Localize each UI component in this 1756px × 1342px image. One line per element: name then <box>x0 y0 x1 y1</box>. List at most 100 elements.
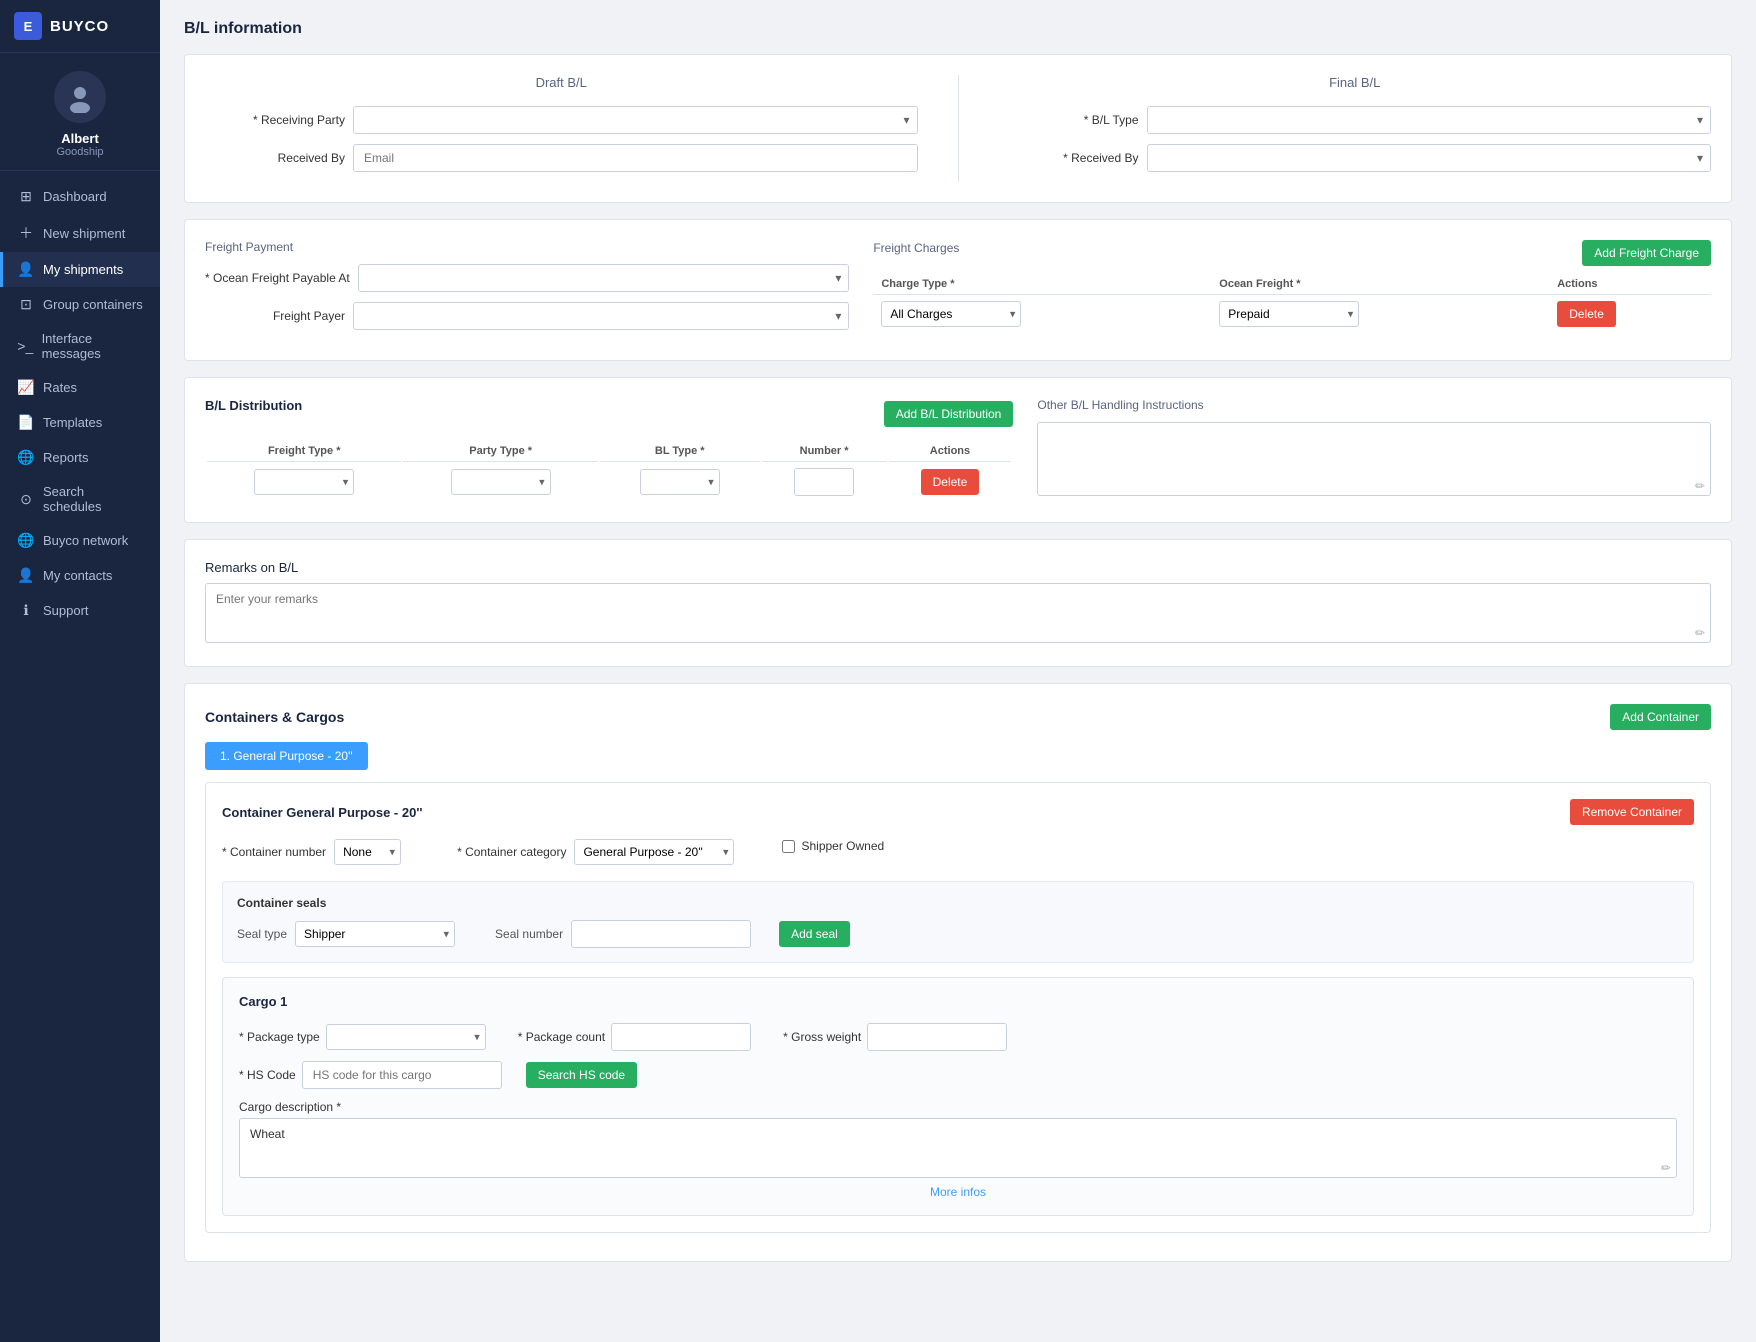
charge-type-wrapper: All Charges ▾ <box>881 301 1021 327</box>
logo-icon: E <box>14 12 42 40</box>
package-type-select[interactable] <box>326 1024 486 1050</box>
col-bl-type: BL Type * <box>600 441 760 462</box>
ocean-freight-select[interactable] <box>358 264 850 292</box>
other-bl-section: Other B/L Handling Instructions ✏ <box>1037 398 1711 502</box>
ocean-freight-type-wrapper: Prepaid ▾ <box>1219 301 1359 327</box>
avatar <box>54 71 106 123</box>
logo-area: E BUYCO <box>0 0 160 53</box>
receiving-party-label: * Receiving Party <box>205 113 345 127</box>
party-type-select[interactable] <box>451 469 551 495</box>
delete-charge-button[interactable]: Delete <box>1557 301 1616 327</box>
number-input[interactable] <box>794 468 854 496</box>
dashboard-icon: ⊞ <box>17 188 35 205</box>
sidebar-item-buyco-network[interactable]: 🌐 Buyco network <box>0 523 160 558</box>
remarks-textarea[interactable] <box>205 583 1711 643</box>
hs-code-input[interactable] <box>302 1061 502 1089</box>
container-category-label: * Container category <box>457 845 566 859</box>
containers-title: Containers & Cargos <box>205 709 344 725</box>
cargo-section: Cargo 1 * Package type ▾ * Package count <box>222 977 1694 1216</box>
draft-bl-section: Draft B/L * Receiving Party ▾ Received B… <box>205 75 918 182</box>
received-by-input[interactable] <box>353 144 918 172</box>
freight-payer-label: Freight Payer <box>205 309 345 323</box>
charge-type-select[interactable]: All Charges <box>881 301 1021 327</box>
sidebar-item-search-schedules[interactable]: ⊙ Search schedules <box>0 475 160 523</box>
hs-code-label: * HS Code <box>239 1068 296 1082</box>
remove-container-button[interactable]: Remove Container <box>1570 799 1694 825</box>
more-infos-link[interactable]: More infos <box>239 1181 1677 1199</box>
col-party-type: Party Type * <box>403 441 597 462</box>
table-row: All Charges ▾ Prepaid <box>873 295 1711 334</box>
add-container-button[interactable]: Add Container <box>1610 704 1711 730</box>
search-hs-code-button[interactable]: Search HS code <box>526 1062 637 1088</box>
add-freight-charge-button[interactable]: Add Freight Charge <box>1582 240 1711 266</box>
templates-icon: 📄 <box>17 414 35 431</box>
sidebar-item-rates[interactable]: 📈 Rates <box>0 370 160 405</box>
sidebar-item-templates[interactable]: 📄 Templates <box>0 405 160 440</box>
received-by-right-select[interactable] <box>1147 144 1712 172</box>
tab-general-purpose-20[interactable]: 1. General Purpose - 20'' <box>205 742 368 770</box>
bl-type-dist-select[interactable] <box>640 469 720 495</box>
rates-icon: 📈 <box>17 379 35 396</box>
containers-card: Containers & Cargos Add Container 1. Gen… <box>184 683 1732 1262</box>
sidebar-item-label: Dashboard <box>43 189 107 204</box>
seal-type-select[interactable]: Shipper <box>295 921 455 947</box>
draft-bl-label: Draft B/L <box>205 75 918 94</box>
other-bl-textarea[interactable] <box>1037 422 1711 496</box>
my-shipments-icon: 👤 <box>17 261 35 278</box>
page-title: B/L information <box>184 20 1732 38</box>
received-by-right-label: * Received By <box>999 151 1139 165</box>
sidebar-item-group-containers[interactable]: ⊡ Group containers <box>0 287 160 322</box>
container-number-select[interactable]: None <box>334 839 401 865</box>
ocean-freight-wrapper: ▾ <box>358 264 850 292</box>
gross-weight-input[interactable]: 15000,0 <box>867 1023 1007 1051</box>
sidebar-item-label: Buyco network <box>43 533 128 548</box>
remarks-card: Remarks on B/L ✏ <box>184 539 1732 667</box>
bl-type-label: * B/L Type <box>999 113 1139 127</box>
freight-charges-label: Freight Charges <box>873 241 959 255</box>
add-bl-distribution-button[interactable]: Add B/L Distribution <box>884 401 1014 427</box>
remarks-edit-icon: ✏ <box>1695 626 1705 640</box>
col-number: Number * <box>762 441 887 462</box>
sidebar-item-reports[interactable]: 🌐 Reports <box>0 440 160 475</box>
sidebar-item-label: Support <box>43 603 89 618</box>
seals-title: Container seals <box>237 896 1679 910</box>
col-ocean-freight: Ocean Freight * <box>1211 274 1549 295</box>
logo-text: BUYCO <box>50 18 109 35</box>
container-box: Container General Purpose - 20'' Remove … <box>205 782 1711 1233</box>
bl-info-card: Draft B/L * Receiving Party ▾ Received B… <box>184 54 1732 203</box>
seal-number-input[interactable] <box>571 920 751 948</box>
group-containers-icon: ⊡ <box>17 296 35 313</box>
cargo-desc-textarea[interactable]: Wheat <box>239 1118 1677 1178</box>
sidebar-item-new-shipment[interactable]: ＋ New shipment <box>0 214 160 252</box>
receiving-party-wrapper: ▾ <box>353 106 918 134</box>
search-schedules-icon: ⊙ <box>17 491 35 508</box>
ocean-freight-type-select[interactable]: Prepaid <box>1219 301 1359 327</box>
sidebar-item-my-shipments[interactable]: 👤 My shipments <box>0 252 160 287</box>
seal-number-label: Seal number <box>495 927 563 941</box>
bl-type-wrapper: ▾ <box>1147 106 1712 134</box>
package-count-label: * Package count <box>518 1030 605 1044</box>
sidebar-item-my-contacts[interactable]: 👤 My contacts <box>0 558 160 593</box>
bl-type-select[interactable] <box>1147 106 1712 134</box>
sidebar-item-support[interactable]: ℹ Support <box>0 593 160 628</box>
sidebar-item-dashboard[interactable]: ⊞ Dashboard <box>0 179 160 214</box>
nav: ⊞ Dashboard ＋ New shipment 👤 My shipment… <box>0 171 160 636</box>
delete-dist-button[interactable]: Delete <box>921 469 980 495</box>
container-category-select[interactable]: General Purpose - 20'' <box>574 839 734 865</box>
sidebar-item-interface-messages[interactable]: >_ Interface messages <box>0 322 160 370</box>
sidebar: E BUYCO Albert Goodship ⊞ Dashboard ＋ Ne… <box>0 0 160 1342</box>
sidebar-item-label: My contacts <box>43 568 112 583</box>
ocean-freight-label: * Ocean Freight Payable At <box>205 271 350 285</box>
freight-card: Freight Payment * Ocean Freight Payable … <box>184 219 1732 361</box>
package-count-input[interactable] <box>611 1023 751 1051</box>
shipper-owned-checkbox[interactable] <box>782 840 795 853</box>
seal-type-label: Seal type <box>237 927 287 941</box>
freight-charges-table: Charge Type * Ocean Freight * Actions <box>873 274 1711 333</box>
freight-payer-select[interactable] <box>353 302 849 330</box>
package-type-label: * Package type <box>239 1030 320 1044</box>
receiving-party-select[interactable] <box>353 106 918 134</box>
sidebar-item-label: Group containers <box>43 297 143 312</box>
add-seal-button[interactable]: Add seal <box>779 921 850 947</box>
freight-type-select[interactable] <box>254 469 354 495</box>
container-box-title: Container General Purpose - 20'' <box>222 805 423 820</box>
